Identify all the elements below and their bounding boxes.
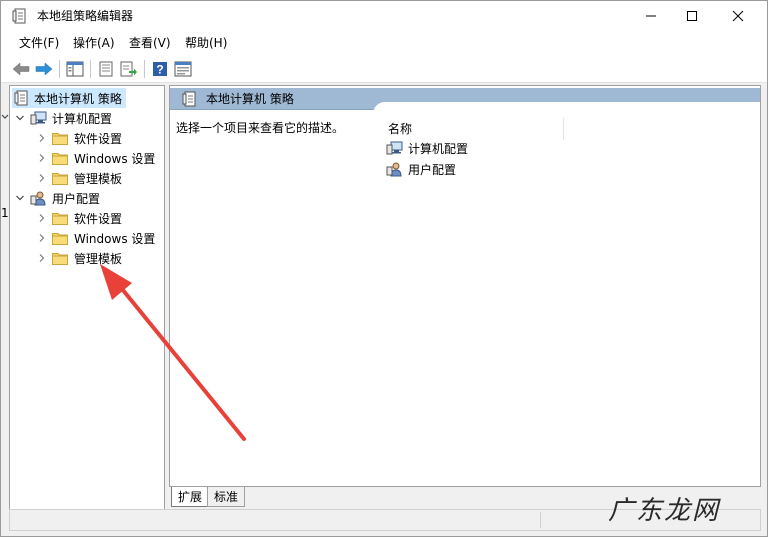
properties-button[interactable] [97, 60, 115, 78]
folder-icon [52, 172, 68, 185]
forward-button[interactable] [35, 60, 53, 78]
tree-node-user-admin-templates[interactable]: 管理模板 [36, 248, 122, 268]
computer-icon [386, 141, 403, 155]
menu-help[interactable]: 帮助(H) [185, 36, 227, 50]
tree-label: 软件设置 [74, 131, 123, 146]
tree-label: 管理模板 [74, 171, 123, 186]
description-text: 选择一个项目来查看它的描述。 [176, 121, 345, 135]
close-button[interactable] [715, 1, 761, 31]
tree-node-computer-config[interactable]: 计算机配置 [14, 108, 112, 128]
tab-expanded[interactable]: 扩展 [171, 487, 210, 507]
status-divider [540, 512, 541, 528]
svg-text:?: ? [156, 63, 163, 77]
show-hide-tree-button[interactable] [66, 60, 84, 78]
back-arrow-icon [12, 62, 30, 76]
export-list-icon [120, 61, 137, 77]
chevron-right-icon[interactable] [36, 212, 48, 224]
folder-icon [52, 152, 68, 165]
chevron-right-icon[interactable] [36, 232, 48, 244]
computer-icon [30, 111, 47, 125]
tree-node-user-windows-settings[interactable]: Windows 设置 [36, 228, 155, 248]
export-list-button[interactable] [120, 60, 138, 78]
tab-standard[interactable]: 标准 [207, 487, 246, 507]
watermark-text: 广东龙网 [608, 496, 721, 526]
show-hide-tree-icon [66, 61, 84, 77]
list-item-label: 计算机配置 [408, 141, 469, 156]
list-item[interactable]: 用户配置 [386, 159, 456, 179]
details-pane: 本地计算机 策略 选择一个项目来查看它的描述。 名称 计算机配置 用户配置 [169, 85, 761, 487]
help-icon: ? [153, 62, 167, 77]
help-button[interactable]: ? [151, 60, 169, 78]
maximize-button[interactable] [669, 1, 715, 31]
tree-node-user-config[interactable]: 用户配置 [14, 188, 100, 208]
toolbar: ? [1, 55, 767, 83]
policy-document-icon [182, 91, 196, 107]
policy-document-icon [12, 8, 26, 24]
forward-arrow-icon [35, 62, 53, 76]
tree-root-label: 本地计算机 策略 [34, 91, 122, 106]
chevron-right-icon[interactable] [36, 152, 48, 164]
console-view-icon [174, 61, 192, 77]
properties-icon [99, 61, 113, 77]
tree-node-computer-software-settings[interactable]: 软件设置 [36, 128, 122, 148]
user-icon [30, 191, 46, 206]
column-header-label: 名称 [388, 122, 413, 136]
details-header-title: 本地计算机 策略 [206, 92, 294, 106]
edge-chevron-icon [1, 111, 9, 125]
list-item[interactable]: 计算机配置 [386, 138, 468, 158]
toolbar-separator [59, 60, 60, 78]
menu-view[interactable]: 查看(V) [129, 36, 171, 50]
back-button[interactable] [12, 60, 30, 78]
tree-label: 用户配置 [52, 191, 101, 206]
toolbar-separator [144, 60, 145, 78]
policy-document-icon [14, 90, 28, 106]
folder-icon [52, 132, 68, 145]
tree-node-computer-admin-templates[interactable]: 管理模板 [36, 168, 122, 188]
maximize-icon [687, 11, 697, 21]
close-icon [732, 10, 744, 22]
tree-node-computer-windows-settings[interactable]: Windows 设置 [36, 148, 155, 168]
console-view-button[interactable] [174, 60, 192, 78]
chevron-right-icon[interactable] [36, 172, 48, 184]
minimize-button[interactable] [628, 1, 674, 31]
tree-label: Windows 设置 [74, 151, 156, 166]
folder-icon [52, 212, 68, 225]
tree-label: 计算机配置 [52, 111, 113, 126]
tree-label: 管理模板 [74, 251, 123, 266]
chevron-down-icon[interactable] [14, 112, 26, 124]
chevron-down-icon[interactable] [14, 192, 26, 204]
menu-bar: 文件(F) 操作(A) 查看(V) 帮助(H) [1, 31, 767, 55]
tree-root-local-computer-policy[interactable]: 本地计算机 策略 [12, 88, 126, 108]
minimize-icon [646, 15, 656, 17]
chevron-right-icon[interactable] [36, 252, 48, 264]
column-header-name[interactable]: 名称 [388, 118, 564, 140]
tree-label: 软件设置 [74, 211, 123, 226]
list-item-label: 用户配置 [408, 162, 457, 177]
window-title: 本地组策略编辑器 [37, 9, 134, 23]
menu-file[interactable]: 文件(F) [19, 36, 59, 50]
user-icon [386, 162, 402, 177]
chevron-right-icon[interactable] [36, 132, 48, 144]
tree-pane: 本地计算机 策略 计算机配置 软件设置 Windows 设置 管理模板 用户配置… [9, 85, 165, 531]
folder-icon [52, 232, 68, 245]
title-bar: 本地组策略编辑器 [1, 1, 767, 31]
folder-icon [52, 252, 68, 265]
tree-node-user-software-settings[interactable]: 软件设置 [36, 208, 122, 228]
tree-label: Windows 设置 [74, 231, 156, 246]
menu-action[interactable]: 操作(A) [73, 36, 115, 50]
group-policy-editor-window: 本地组策略编辑器 文件(F) 操作(A) 查看(V) 帮助(H) ? 1 本地计… [0, 0, 768, 537]
toolbar-separator [90, 60, 91, 78]
edge-text: 1 [1, 206, 9, 220]
